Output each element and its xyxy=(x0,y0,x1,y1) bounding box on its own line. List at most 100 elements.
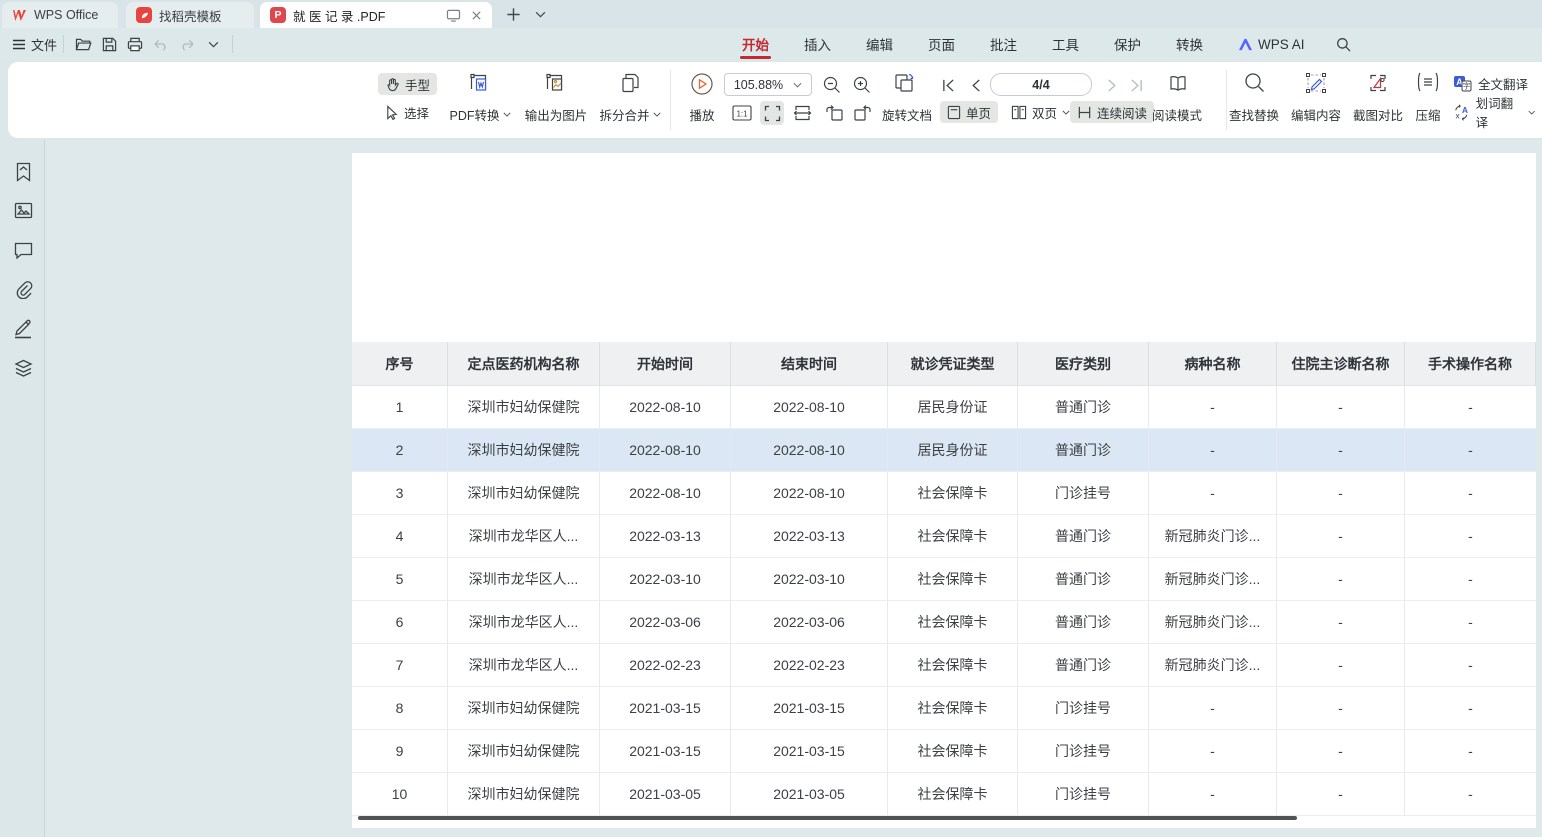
horizontal-scrollbar[interactable] xyxy=(358,816,1297,820)
screen-share-icon[interactable] xyxy=(446,9,461,22)
rotate-left-button[interactable] xyxy=(822,101,846,125)
table-cell: 2022-08-10 xyxy=(731,386,888,429)
menu-tab-home[interactable]: 开始 xyxy=(738,28,773,60)
table-cell: - xyxy=(1277,687,1405,730)
split-merge-button[interactable]: 拆分合并 xyxy=(594,70,666,130)
table-cell: - xyxy=(1405,386,1536,429)
svg-text:字: 字 xyxy=(1463,80,1471,90)
table-cell: 普通门诊 xyxy=(1018,386,1149,429)
new-tab-button[interactable] xyxy=(500,0,526,28)
layers-icon[interactable] xyxy=(11,356,35,380)
double-page-icon xyxy=(1011,105,1027,120)
signature-pen-icon[interactable] xyxy=(11,316,35,340)
screenshot-compare-button[interactable]: 截图对比 xyxy=(1348,70,1408,130)
split-merge-icon xyxy=(620,72,641,94)
table-header-cell: 序号 xyxy=(352,342,448,386)
tab-label: 就 医 记 录 .PDF xyxy=(293,6,385,25)
tab-list-chevron[interactable] xyxy=(527,0,553,28)
table-cell: 深圳市妇幼保健院 xyxy=(448,687,600,730)
undo-icon[interactable] xyxy=(148,32,174,56)
actual-size-button[interactable]: 1:1 xyxy=(730,101,754,125)
table-cell: 普通门诊 xyxy=(1018,429,1149,472)
full-text-translate-button[interactable]: A 字 全文翻译 xyxy=(1446,72,1535,94)
continuous-read-button[interactable]: 连续阅读 xyxy=(1070,101,1154,123)
find-replace-button[interactable]: 查找替换 xyxy=(1224,70,1284,130)
export-as-image-button[interactable]: 输出为图片 xyxy=(520,70,592,130)
select-tool-button[interactable]: 选择 xyxy=(378,101,436,123)
table-cell: 深圳市妇幼保健院 xyxy=(448,472,600,515)
menu-tab-comment[interactable]: 批注 xyxy=(986,28,1021,60)
tab-wps-office[interactable]: WPS Office xyxy=(2,2,118,28)
zoom-in-button[interactable] xyxy=(850,73,874,97)
menu-tab-tools[interactable]: 工具 xyxy=(1048,28,1083,60)
table-cell: - xyxy=(1149,730,1277,773)
bookmarks-icon[interactable] xyxy=(11,160,35,184)
table-header-cell: 医疗类别 xyxy=(1018,342,1149,386)
play-button[interactable]: 播放 xyxy=(680,70,724,130)
table-header-cell: 定点医药机构名称 xyxy=(448,342,600,386)
full-translate-icon: A 字 xyxy=(1453,75,1472,92)
edit-content-button[interactable]: 编辑内容 xyxy=(1286,70,1346,130)
table-cell: 社会保障卡 xyxy=(888,687,1018,730)
close-tab-icon[interactable] xyxy=(471,10,482,21)
page-number-input[interactable]: 4/4 xyxy=(990,73,1092,96)
last-page-button[interactable] xyxy=(1124,73,1148,97)
first-page-button[interactable] xyxy=(936,73,960,97)
quickbar-more-chevron[interactable] xyxy=(200,32,226,56)
document-view[interactable]: 序号定点医药机构名称开始时间结束时间就诊凭证类型医疗类别病种名称住院主诊断名称手… xyxy=(46,140,1542,837)
docer-icon xyxy=(136,7,152,23)
hand-tool-button[interactable]: 手型 xyxy=(378,73,437,95)
table-cell: 门诊挂号 xyxy=(1018,687,1149,730)
menu-tab-convert[interactable]: 转换 xyxy=(1172,28,1207,60)
next-page-button[interactable] xyxy=(1100,73,1124,97)
zoom-out-button[interactable] xyxy=(820,73,844,97)
chevron-down-icon xyxy=(503,112,511,117)
fit-width-button[interactable] xyxy=(790,101,814,125)
previous-page-button[interactable] xyxy=(964,73,988,97)
thumbnails-icon[interactable] xyxy=(11,198,35,222)
table-cell: 社会保障卡 xyxy=(888,558,1018,601)
rotate-pages-icon[interactable] xyxy=(892,71,916,95)
table-cell: 10 xyxy=(352,773,448,816)
file-menu-button[interactable]: 文件 xyxy=(12,35,57,54)
table-cell: 深圳市龙华区人... xyxy=(448,644,600,687)
rotate-doc-label[interactable]: 旋转文档 xyxy=(882,105,932,124)
menu-tab-insert[interactable]: 插入 xyxy=(800,28,835,60)
table-cell: 普通门诊 xyxy=(1018,558,1149,601)
rotate-right-button[interactable] xyxy=(850,101,874,125)
table-row: 7深圳市龙华区人...2022-02-232022-02-23社会保障卡普通门诊… xyxy=(352,644,1536,687)
compress-button[interactable]: 压缩 xyxy=(1408,70,1448,130)
print-icon[interactable] xyxy=(122,32,148,56)
double-page-button[interactable]: 双页 xyxy=(1004,101,1077,123)
redo-icon[interactable] xyxy=(174,32,200,56)
read-mode-button[interactable]: 阅读模式 xyxy=(1152,105,1202,124)
single-page-button[interactable]: 单页 xyxy=(940,101,998,123)
save-icon[interactable] xyxy=(96,32,122,56)
table-cell: 2022-03-06 xyxy=(731,601,888,644)
left-panel-sidebar xyxy=(0,140,45,837)
table-cell: 2 xyxy=(352,429,448,472)
pdf-page: 序号定点医药机构名称开始时间结束时间就诊凭证类型医疗类别病种名称住院主诊断名称手… xyxy=(352,153,1536,828)
attachments-icon[interactable] xyxy=(11,277,35,301)
menu-tab-wps-ai[interactable]: WPS AI xyxy=(1234,28,1309,60)
zoom-level-select[interactable]: 105.88% xyxy=(724,73,812,96)
menu-search-icon[interactable] xyxy=(1336,37,1351,52)
pdf-convert-button[interactable]: PDF转换 xyxy=(442,70,518,130)
fit-page-button[interactable] xyxy=(760,101,784,125)
comments-icon[interactable] xyxy=(11,238,35,262)
table-cell: - xyxy=(1405,644,1536,687)
table-header-cell: 住院主诊断名称 xyxy=(1277,342,1405,386)
divider xyxy=(63,35,64,53)
menu-tab-protect[interactable]: 保护 xyxy=(1110,28,1145,60)
word-translate-button[interactable]: A x 划词翻译 xyxy=(1446,101,1542,123)
tab-document-pdf[interactable]: P 就 医 记 录 .PDF xyxy=(260,2,492,28)
table-cell: 深圳市妇幼保健院 xyxy=(448,773,600,816)
menu-tab-edit[interactable]: 编辑 xyxy=(862,28,897,60)
menu-tab-page[interactable]: 页面 xyxy=(924,28,959,60)
tab-docer-template[interactable]: 找稻壳模板 xyxy=(126,2,254,28)
tab-label: WPS Office xyxy=(34,8,98,22)
table-header-cell: 结束时间 xyxy=(731,342,888,386)
table-cell: 5 xyxy=(352,558,448,601)
open-file-icon[interactable] xyxy=(70,32,96,56)
table-cell: - xyxy=(1277,386,1405,429)
